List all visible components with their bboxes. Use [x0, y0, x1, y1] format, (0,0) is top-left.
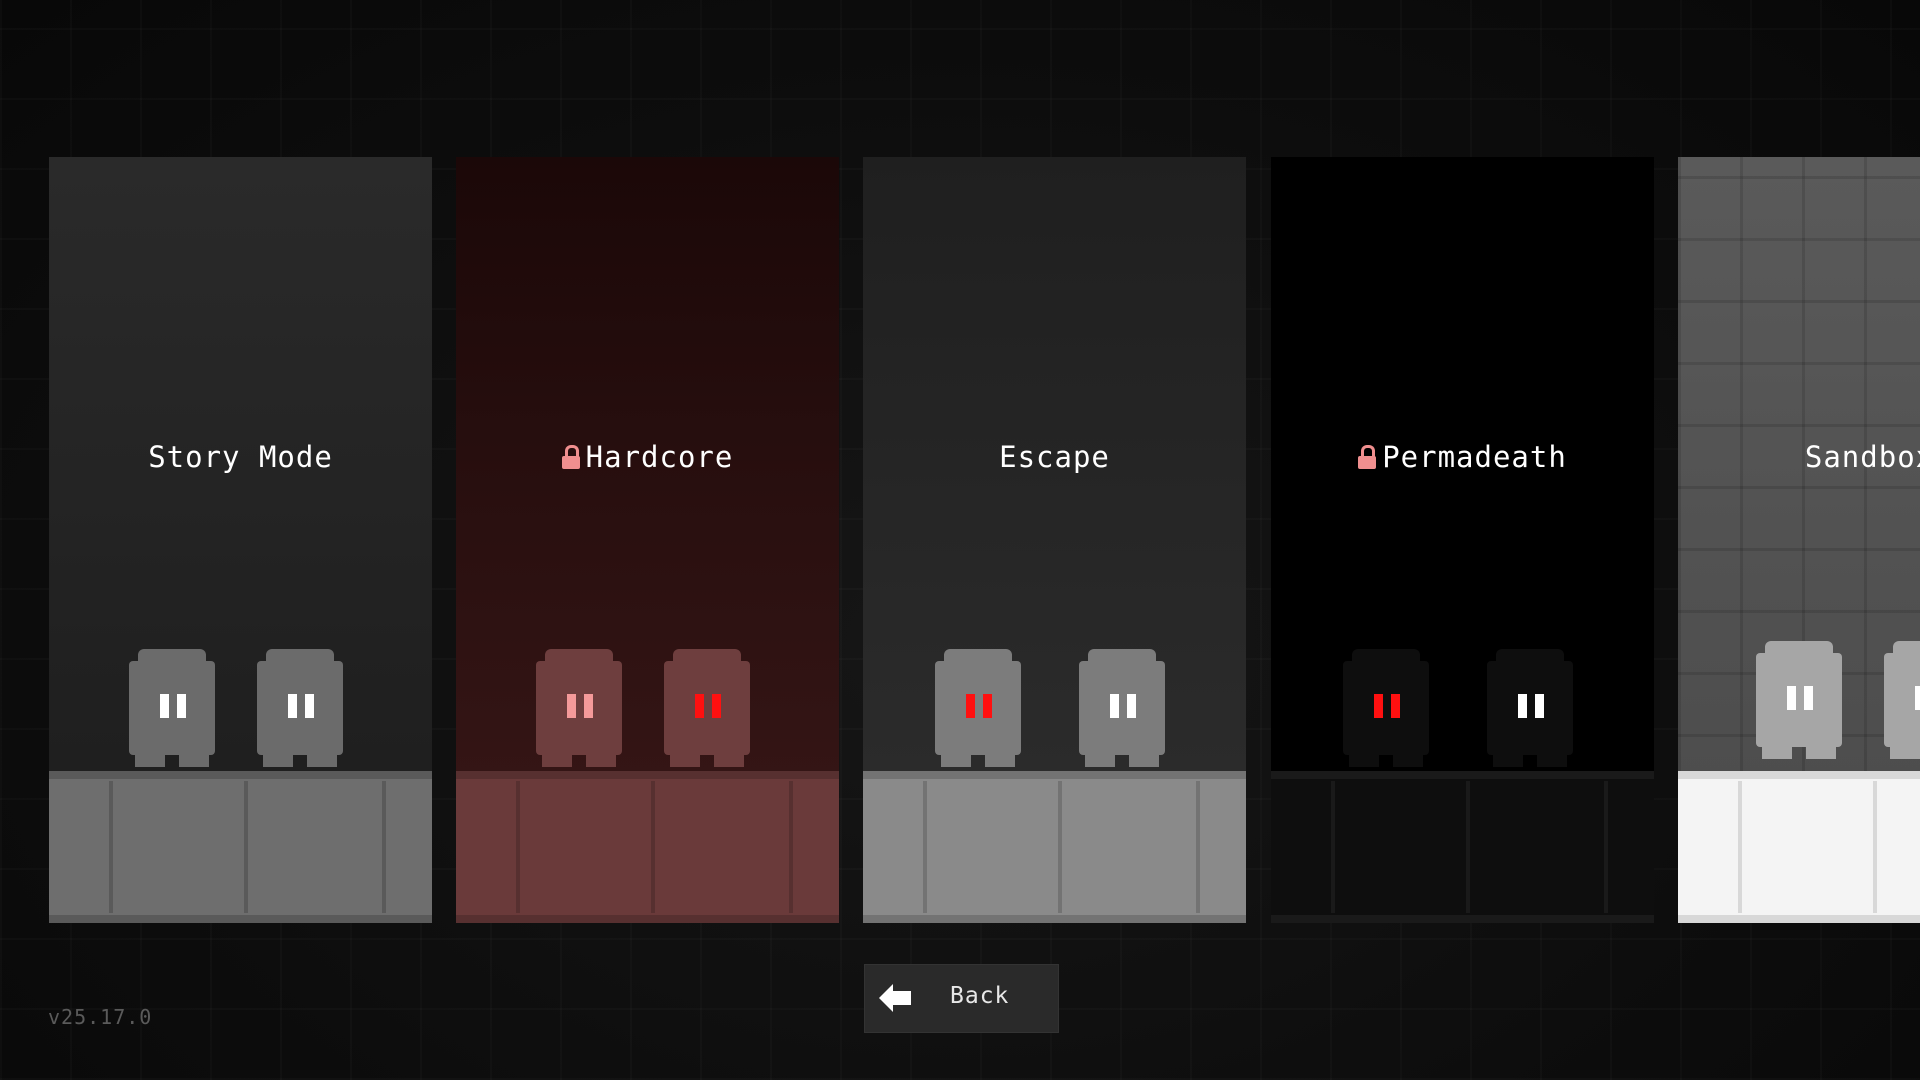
ghost-eye [695, 694, 704, 718]
floor-tiles [1271, 771, 1654, 923]
ghost-eye [1127, 694, 1136, 718]
mode-title: Hardcore [456, 440, 839, 474]
mode-title: Story Mode [49, 440, 432, 474]
arrow-left-icon [879, 984, 911, 1012]
ghost-character [664, 649, 750, 767]
mode-label: Sandbox [1804, 440, 1920, 474]
ghost-eye [966, 694, 975, 718]
version-label: v25.17.0 [48, 1005, 153, 1029]
floor-tiles [456, 771, 839, 923]
ghost-eye [1804, 686, 1813, 710]
mode-card-story[interactable]: Story Mode [49, 157, 432, 923]
ghost-eye [1915, 686, 1920, 710]
back-button-label: Back [950, 983, 1010, 1009]
ghost-eye [983, 694, 992, 718]
ghost-eye [1391, 694, 1400, 718]
ghost-character [1756, 641, 1842, 759]
mode-card-escape[interactable]: Escape [863, 157, 1246, 923]
mode-label: Hardcore [585, 440, 734, 474]
ghost-character [1487, 649, 1573, 767]
floor-tiles [49, 771, 432, 923]
ghost-eye [567, 694, 576, 718]
floor-tiles [863, 771, 1246, 923]
floor-tiles [1678, 771, 1920, 923]
ghost-eye [305, 694, 314, 718]
mode-title: Sandbox [1678, 440, 1920, 474]
ghost-eye [160, 694, 169, 718]
ghost-eye [288, 694, 297, 718]
ghost-character [1884, 641, 1920, 759]
back-button[interactable]: Back [864, 964, 1059, 1033]
mode-label: Permadeath [1382, 440, 1567, 474]
mode-title: Permadeath [1271, 440, 1654, 474]
ghost-character [1343, 649, 1429, 767]
ghost-eye [584, 694, 593, 718]
ghost-character [1079, 649, 1165, 767]
ghost-character [536, 649, 622, 767]
ghost-eye [1374, 694, 1383, 718]
ghost-eye [1535, 694, 1544, 718]
lock-icon [1358, 445, 1377, 469]
mode-card-hardcore[interactable]: Hardcore [456, 157, 839, 923]
mode-label: Escape [999, 440, 1110, 474]
ghost-character [257, 649, 343, 767]
ghost-eye [712, 694, 721, 718]
mode-title: Escape [863, 440, 1246, 474]
ghost-character [129, 649, 215, 767]
ghost-eye [177, 694, 186, 718]
ghost-eye [1787, 686, 1796, 710]
mode-label: Story Mode [148, 440, 333, 474]
ghost-eye [1518, 694, 1527, 718]
lock-icon [561, 445, 580, 469]
mode-card-permadeath[interactable]: Permadeath [1271, 157, 1654, 923]
mode-card-sandbox[interactable]: Sandbox [1678, 157, 1920, 923]
ghost-eye [1110, 694, 1119, 718]
ghost-character [935, 649, 1021, 767]
mode-select-screen: Story Mode Hardcore Escape Permadeath Sa… [0, 0, 1920, 1080]
